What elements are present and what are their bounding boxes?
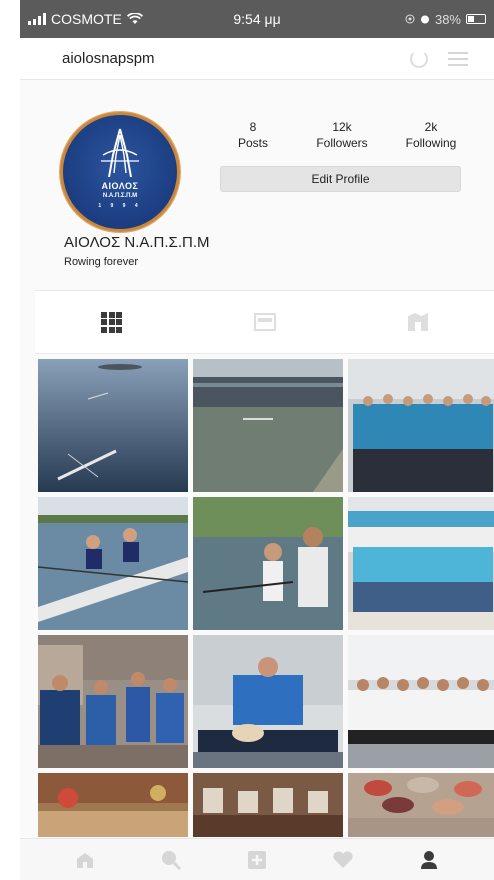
menu-icon[interactable]: [448, 51, 468, 66]
tab-tagged[interactable]: [341, 291, 494, 353]
profile-stats: 8 Posts 12k Followers 2k Following: [218, 120, 466, 150]
tab-grid[interactable]: [35, 291, 188, 353]
bottom-nav: [20, 838, 494, 880]
search-icon: [162, 850, 181, 870]
status-bar: COSMOTE 9:54 μμ 38%: [20, 0, 494, 38]
photo-thumbnail[interactable]: [38, 359, 188, 492]
nav-search[interactable]: [156, 845, 186, 875]
add-post-icon: [248, 850, 266, 869]
photo-grid: [38, 359, 494, 837]
following-count: 2k: [424, 120, 438, 134]
status-left: COSMOTE: [28, 11, 143, 27]
following-stat[interactable]: 2k Following: [396, 120, 466, 150]
display-name: ΑΙΟΛΟΣ Ν.Α.Π.Σ.Π.Μ: [64, 234, 210, 251]
status-right: 38%: [405, 12, 486, 27]
photo-thumbnail[interactable]: [193, 773, 343, 837]
edit-profile-button[interactable]: Edit Profile: [220, 166, 461, 192]
wifi-icon: [126, 13, 143, 24]
photo-thumbnail[interactable]: [348, 359, 494, 492]
location-icon: [405, 14, 415, 24]
nav-add-post[interactable]: [242, 845, 272, 875]
avatar[interactable]: ΑΙΟΛΟΣ Ν.Α.Π.Σ.Π.Μ 1 9 9 4: [60, 112, 180, 232]
photo-thumbnail[interactable]: [193, 359, 343, 492]
header-actions: [410, 49, 468, 68]
battery-icon: [466, 14, 486, 24]
photo-thumbnail[interactable]: [38, 497, 188, 630]
alarm-icon: [420, 15, 429, 24]
posts-stat[interactable]: 8 Posts: [218, 120, 288, 150]
list-icon: [253, 313, 276, 331]
view-tabs: [35, 290, 494, 354]
logo-text-abbr: Ν.Α.Π.Σ.Π.Μ: [102, 193, 138, 199]
grid-icon: [101, 311, 122, 333]
signal-icon: [28, 13, 46, 25]
photo-thumbnail[interactable]: [38, 773, 188, 837]
bio-text: Rowing forever: [64, 256, 138, 268]
photo-thumbnail[interactable]: [348, 773, 494, 837]
heart-icon: [333, 850, 353, 868]
posts-count: 8: [249, 120, 257, 134]
nav-home[interactable]: [70, 845, 100, 875]
club-logo-icon: [101, 128, 139, 178]
nav-activity[interactable]: [328, 845, 358, 875]
posts-label: Posts: [237, 136, 268, 150]
logo-text-name: ΑΙΟΛΟΣ: [101, 181, 139, 191]
photo-thumbnail[interactable]: [348, 635, 494, 768]
phone-screen: COSMOTE 9:54 μμ 38% aiolosnapspm ΑΙΟΛΟΣ …: [20, 0, 494, 880]
photo-thumbnail[interactable]: [193, 635, 343, 768]
following-label: Following: [405, 136, 457, 150]
followers-count: 12k: [332, 120, 352, 134]
logo-text-year: 1 9 9 4: [98, 203, 142, 209]
profile-section: ΑΙΟΛΟΣ Ν.Α.Π.Σ.Π.Μ 1 9 9 4 8 Posts 12k F…: [20, 80, 494, 290]
photo-thumbnail[interactable]: [348, 497, 494, 630]
followers-stat[interactable]: 12k Followers: [307, 120, 377, 150]
battery-percent: 38%: [434, 11, 461, 27]
followers-label: Followers: [316, 136, 368, 150]
tagged-icon: [407, 313, 428, 331]
profile-header-bar: aiolosnapspm: [20, 38, 494, 80]
photo-thumbnail[interactable]: [193, 497, 343, 630]
username-title: aiolosnapspm: [62, 50, 155, 67]
refresh-icon[interactable]: [410, 49, 428, 68]
carrier-label: COSMOTE: [51, 11, 122, 27]
profile-icon: [421, 850, 437, 869]
tab-list[interactable]: [188, 291, 341, 353]
nav-profile[interactable]: [414, 845, 444, 875]
home-icon: [77, 852, 93, 868]
photo-thumbnail[interactable]: [38, 635, 188, 768]
